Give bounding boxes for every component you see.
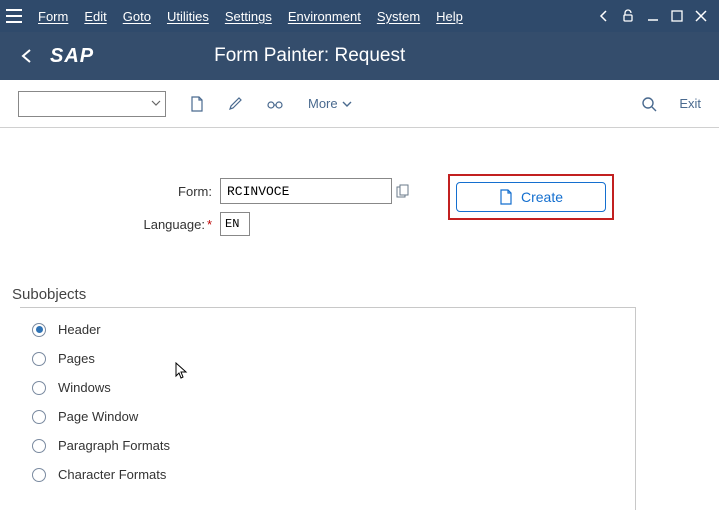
toolbar: More Exit <box>0 80 719 128</box>
required-mark: * <box>207 217 212 232</box>
radio-row[interactable]: Pages <box>32 351 623 366</box>
titlebar: SAP Form Painter: Request <box>0 32 719 80</box>
radio-row[interactable]: Character Formats <box>32 467 623 482</box>
radio-icon[interactable] <box>32 410 46 424</box>
menu-help[interactable]: Help <box>428 9 471 24</box>
command-field[interactable] <box>18 91 166 117</box>
radio-row[interactable]: Windows <box>32 380 623 395</box>
more-menu[interactable]: More <box>308 96 352 111</box>
menu-edit[interactable]: Edit <box>76 9 114 24</box>
language-input[interactable] <box>220 212 250 236</box>
close-icon[interactable] <box>695 10 707 22</box>
menu-environment[interactable]: Environment <box>280 9 369 24</box>
menu-form[interactable]: Form <box>30 9 76 24</box>
radio-row[interactable]: Page Window <box>32 409 623 424</box>
radio-icon[interactable] <box>32 468 46 482</box>
search-icon[interactable] <box>641 96 657 112</box>
menu-system[interactable]: System <box>369 9 428 24</box>
more-label: More <box>308 96 338 111</box>
radio-row[interactable]: Paragraph Formats <box>32 438 623 453</box>
back-button[interactable] <box>20 48 34 64</box>
window-controls <box>599 9 713 23</box>
maximize-icon[interactable] <box>671 10 683 22</box>
f4-help-icon[interactable] <box>396 184 410 198</box>
create-button[interactable]: Create <box>456 182 606 212</box>
radio-label: Header <box>58 322 101 337</box>
create-label: Create <box>521 189 563 205</box>
chevron-left-icon[interactable] <box>599 10 609 22</box>
subobjects-box: Header Pages Windows Page Window Paragraph F… <box>20 307 636 510</box>
hamburger-icon[interactable] <box>6 9 22 23</box>
radio-icon[interactable] <box>32 323 46 337</box>
radio-label: Windows <box>58 380 111 395</box>
radio-label: Page Window <box>58 409 138 424</box>
subobjects-title: Subobjects <box>12 286 699 303</box>
form-input[interactable] <box>220 178 392 204</box>
menu-settings[interactable]: Settings <box>217 9 280 24</box>
menubar: Form Edit Goto Utilities Settings Enviro… <box>0 0 719 32</box>
menu-goto[interactable]: Goto <box>115 9 159 24</box>
radio-icon[interactable] <box>32 352 46 366</box>
create-highlight: Create <box>448 174 614 220</box>
exit-button[interactable]: Exit <box>679 96 701 111</box>
radio-label: Pages <box>58 351 95 366</box>
subobjects-section: Subobjects HeaderPagesWindowsPage Window… <box>20 286 699 510</box>
document-icon[interactable] <box>190 96 204 112</box>
radio-row[interactable]: Header <box>32 322 623 337</box>
form-label: Form: <box>20 184 220 199</box>
glasses-icon[interactable] <box>266 98 284 110</box>
radio-icon[interactable] <box>32 381 46 395</box>
radio-label: Character Formats <box>58 467 166 482</box>
language-label: Language:* <box>20 217 220 232</box>
sap-logo: SAP <box>50 45 94 68</box>
minimize-icon[interactable] <box>647 10 659 22</box>
page-title: Form Painter: Request <box>214 45 405 67</box>
main-content: Form: Language:* Create Subobjects Heade… <box>0 128 719 510</box>
lock-open-icon[interactable] <box>621 9 635 23</box>
radio-label: Paragraph Formats <box>58 438 170 453</box>
radio-icon[interactable] <box>32 439 46 453</box>
menu-utilities[interactable]: Utilities <box>159 9 217 24</box>
pencil-icon[interactable] <box>228 97 242 111</box>
